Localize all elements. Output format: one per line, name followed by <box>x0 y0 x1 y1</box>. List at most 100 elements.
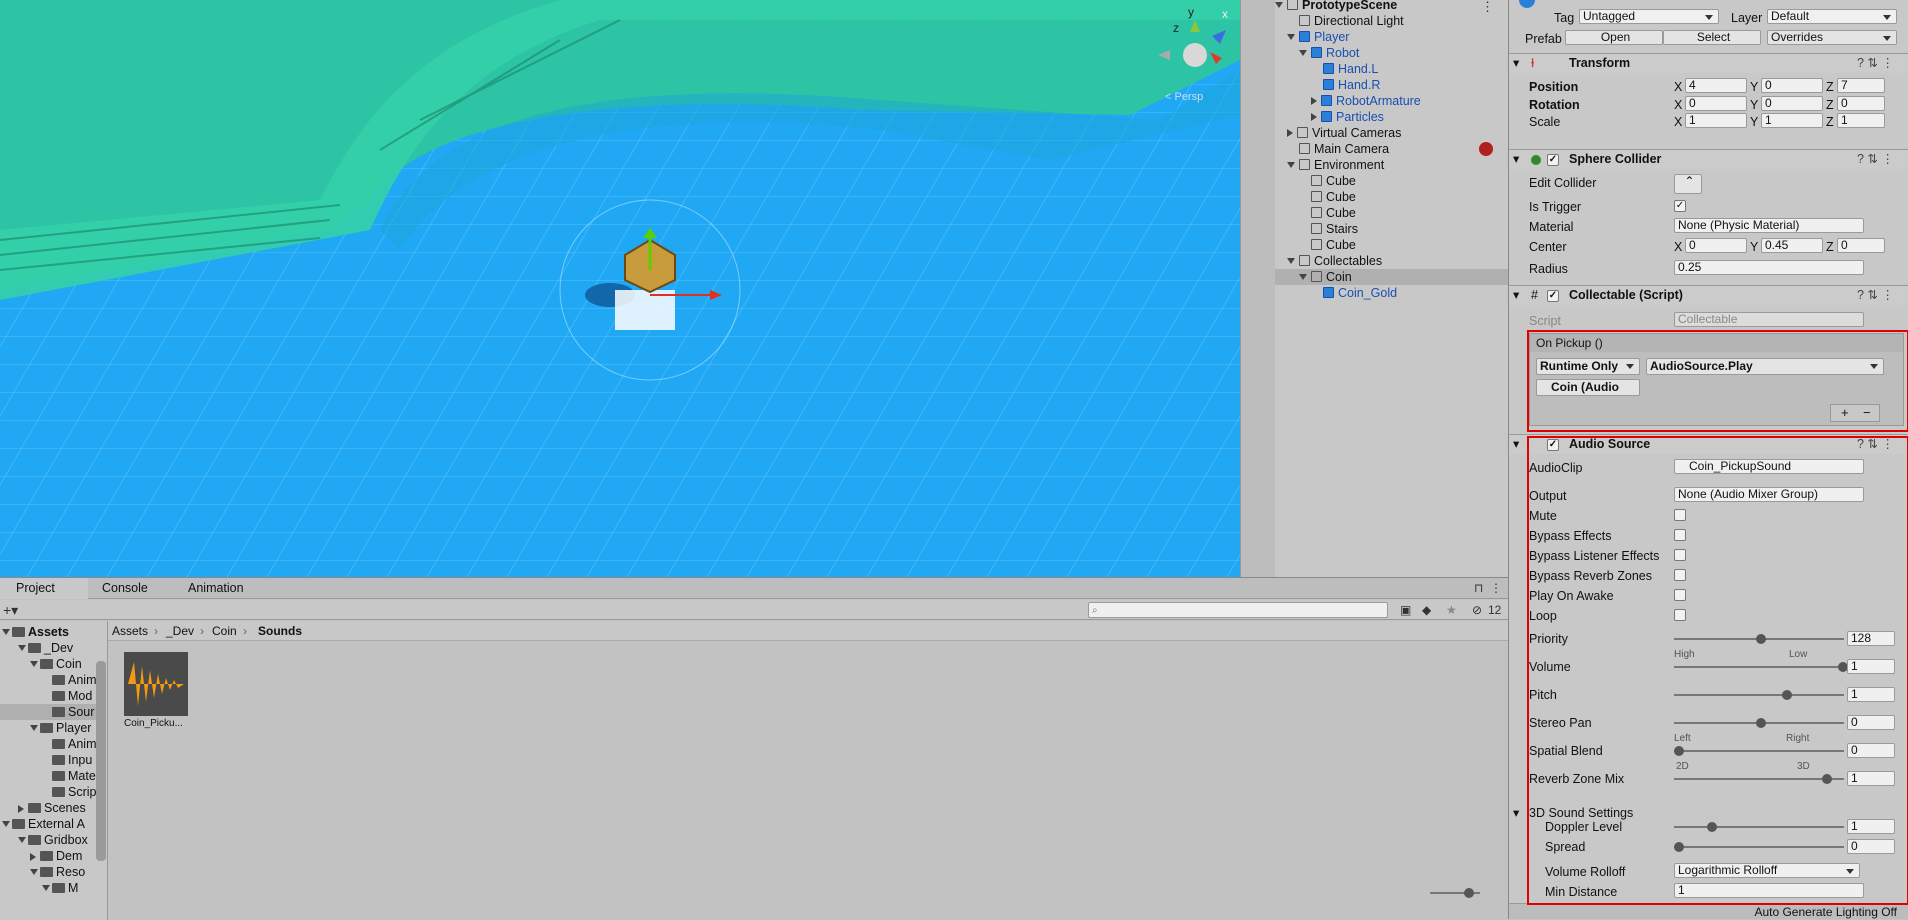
hierarchy-item[interactable]: Coin_Gold <box>1275 285 1509 301</box>
tab-project[interactable]: Project <box>0 578 88 599</box>
hierarchy-item[interactable]: RobotArmature <box>1275 93 1509 109</box>
search-input[interactable]: ⌕ <box>1088 602 1388 618</box>
tag-dropdown[interactable]: Untagged <box>1579 9 1719 24</box>
foldout-arrow-icon[interactable]: ▾ <box>1513 150 1519 169</box>
hidden-packages-icon[interactable]: ⊘ <box>1472 603 1482 617</box>
foldout-arrow-icon[interactable]: ▾ <box>1513 435 1519 454</box>
breadcrumb-sounds[interactable]: Sounds <box>258 624 302 638</box>
expand-arrow-icon[interactable] <box>18 805 24 813</box>
folder-tree-item[interactable]: Coin <box>0 656 96 672</box>
center-z-field[interactable]: 0 <box>1837 238 1885 253</box>
hierarchy-item[interactable]: Hand.L <box>1275 61 1509 77</box>
position-x-field[interactable]: 4 <box>1685 78 1747 93</box>
collapse-arrow-icon[interactable] <box>2 629 10 635</box>
breadcrumb-coin[interactable]: Coin <box>212 624 237 638</box>
sphere-collider-enabled-checkbox[interactable]: ✓ <box>1547 154 1559 166</box>
lock-icon[interactable]: ⊓ <box>1474 581 1483 595</box>
zoom-slider[interactable] <box>1430 888 1480 898</box>
edit-collider-button[interactable]: ⌃ <box>1674 174 1702 194</box>
rotation-x-field[interactable]: 0 <box>1685 96 1747 111</box>
is-trigger-checkbox[interactable]: ✓ <box>1674 200 1686 212</box>
audio-asset-thumbnail[interactable] <box>124 652 188 716</box>
expand-arrow-icon[interactable] <box>1287 129 1293 137</box>
collapse-arrow-icon[interactable] <box>30 661 38 667</box>
scale-x-field[interactable]: 1 <box>1685 113 1747 128</box>
prefab-select-button[interactable]: Select <box>1663 30 1761 45</box>
axis-label[interactable]: Z <box>1826 98 1834 112</box>
tree-scrollbar[interactable] <box>96 661 106 861</box>
hierarchy-item[interactable]: Virtual Cameras <box>1275 125 1509 141</box>
scene-render[interactable]: y z x < Persp <box>0 0 1240 577</box>
sound3d-foldout-arrow[interactable]: ▾ <box>1513 805 1519 820</box>
center-x-field[interactable]: 0 <box>1685 238 1747 253</box>
collectable-enabled-checkbox[interactable]: ✓ <box>1547 290 1559 302</box>
hierarchy-item[interactable]: Cube <box>1275 189 1509 205</box>
collapse-arrow-icon[interactable] <box>1299 50 1307 56</box>
component-menu-icons[interactable]: ? ⇅ ⋮ <box>1857 286 1894 305</box>
collapse-arrow-icon[interactable] <box>18 837 26 843</box>
folder-tree-item[interactable]: Scenes <box>0 800 96 816</box>
prefab-overrides-dropdown[interactable]: Overrides <box>1767 30 1897 45</box>
scale-y-field[interactable]: 1 <box>1761 113 1823 128</box>
axis-label[interactable]: Y <box>1750 240 1758 254</box>
axis-label[interactable]: Z <box>1826 80 1834 94</box>
layer-dropdown[interactable]: Default <box>1767 9 1897 24</box>
folder-tree-item[interactable]: Anim <box>0 672 96 688</box>
folder-tree-item[interactable]: Reso <box>0 864 96 880</box>
hierarchy-item[interactable]: Cube <box>1275 173 1509 189</box>
breadcrumb-assets[interactable]: Assets <box>112 624 148 638</box>
collapse-arrow-icon[interactable] <box>1299 274 1307 280</box>
axis-label[interactable]: Z <box>1826 115 1834 129</box>
collapse-arrow-icon[interactable] <box>1287 258 1295 264</box>
folder-tree-item[interactable]: Sour <box>0 704 96 720</box>
hierarchy-item[interactable]: Directional Light <box>1275 13 1509 29</box>
tab-animation[interactable]: Animation <box>166 578 266 599</box>
hierarchy-item[interactable]: Robot <box>1275 45 1509 61</box>
axis-label[interactable]: Z <box>1826 240 1834 254</box>
tab-console[interactable]: Console <box>80 578 162 599</box>
axis-label[interactable]: Y <box>1750 98 1758 112</box>
favorite-star-icon[interactable]: ★ <box>1446 603 1457 617</box>
expand-arrow-icon[interactable] <box>30 853 36 861</box>
folder-tree-item[interactable]: _Dev <box>0 640 96 656</box>
hierarchy-item[interactable]: Environment <box>1275 157 1509 173</box>
create-menu-icon[interactable]: +▾ <box>3 602 18 619</box>
axis-label[interactable]: X <box>1674 98 1682 112</box>
folder-tree-item[interactable]: Anim <box>0 736 96 752</box>
folder-tree-item[interactable]: Gridbox <box>0 832 96 848</box>
filter-label-icon[interactable]: ◆ <box>1422 603 1431 617</box>
folder-tree-item[interactable]: Inpu <box>0 752 96 768</box>
hierarchy-item[interactable]: Particles <box>1275 109 1509 125</box>
collapse-arrow-icon[interactable] <box>1287 162 1295 168</box>
hierarchy-item[interactable]: Hand.R <box>1275 77 1509 93</box>
panel-menu-icon[interactable]: ⋮ <box>1490 581 1502 595</box>
rotation-y-field[interactable]: 0 <box>1761 96 1823 111</box>
axis-label[interactable]: X <box>1674 115 1682 129</box>
hierarchy-item[interactable]: Cube <box>1275 205 1509 221</box>
collapse-arrow-icon[interactable] <box>42 885 50 891</box>
collapse-arrow-icon[interactable] <box>30 725 38 731</box>
folder-tree-item[interactable]: External A <box>0 816 96 832</box>
hierarchy-item[interactable]: Main Camera <box>1275 141 1509 157</box>
hierarchy-item[interactable]: Collectables <box>1275 253 1509 269</box>
zoom-slider-knob[interactable] <box>1464 888 1474 898</box>
hierarchy-item[interactable]: Coin <box>1275 269 1509 285</box>
breadcrumb-dev[interactable]: _Dev <box>166 624 194 638</box>
foldout-arrow-icon[interactable]: ▾ <box>1513 286 1519 305</box>
rotation-z-field[interactable]: 0 <box>1837 96 1885 111</box>
transform-header[interactable]: ▾ ⟊ Transform ? ⇅ ⋮ <box>1509 53 1908 73</box>
hierarchy-menu-icon[interactable]: ⋮ <box>1481 0 1494 15</box>
collapse-arrow-icon[interactable] <box>2 821 10 827</box>
collectable-header[interactable]: ▾ # ✓ Collectable (Script) ? ⇅ ⋮ <box>1509 285 1908 305</box>
axis-label[interactable]: X <box>1674 80 1682 94</box>
axis-label[interactable]: Y <box>1750 115 1758 129</box>
axis-label[interactable]: Y <box>1750 80 1758 94</box>
scale-z-field[interactable]: 1 <box>1837 113 1885 128</box>
hierarchy-item[interactable]: PrototypeScene <box>1275 0 1509 13</box>
prefab-open-button[interactable]: Open <box>1565 30 1663 45</box>
hierarchy-item[interactable]: Player <box>1275 29 1509 45</box>
folder-tree-item[interactable]: Dem <box>0 848 96 864</box>
scene-view[interactable]: y z x < Persp <box>0 0 1240 577</box>
component-menu-icons[interactable]: ? ⇅ ⋮ <box>1857 150 1894 169</box>
filter-type-icon[interactable]: ▣ <box>1400 603 1411 617</box>
